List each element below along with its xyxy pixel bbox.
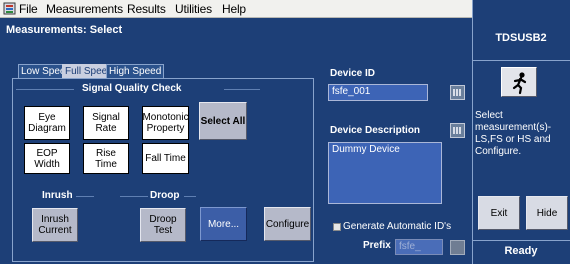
eop-width-button[interactable]: EOP Width: [24, 143, 70, 174]
droop-title: Droop: [150, 190, 180, 201]
inrush-current-button[interactable]: Inrush Current: [32, 208, 78, 242]
app-icon: [3, 2, 16, 15]
device-id-label: Device ID: [330, 68, 376, 79]
more-button[interactable]: More...: [200, 207, 247, 241]
generate-ids-checkbox[interactable]: [333, 223, 341, 231]
group-divider: [224, 89, 260, 90]
group-divider: [120, 196, 148, 197]
select-all-button[interactable]: Select All: [199, 102, 247, 140]
menu-help[interactable]: Help: [222, 2, 246, 16]
eye-diagram-button[interactable]: Eye Diagram: [24, 106, 70, 140]
hide-button[interactable]: Hide: [526, 196, 568, 230]
inrush-title: Inrush: [42, 190, 73, 201]
configure-button[interactable]: Configure: [264, 207, 311, 241]
keyboard-icon[interactable]: [450, 123, 465, 138]
run-button[interactable]: [501, 67, 537, 97]
generate-ids-label: Generate Automatic ID's: [343, 221, 452, 232]
signal-rate-button[interactable]: Signal Rate: [83, 106, 129, 140]
sidebar-divider: [472, 240, 570, 241]
app-title: TDSUSB2: [495, 32, 547, 44]
menu-file[interactable]: File: [19, 2, 38, 16]
group-divider: [184, 196, 196, 197]
signal-quality-title: Signal Quality Check: [82, 83, 182, 94]
device-description-label: Device Description: [330, 125, 421, 136]
help-text: Select measurement(s)- LS,FS or HS and C…: [475, 110, 552, 157]
menu-results[interactable]: Results: [127, 2, 166, 16]
group-divider: [16, 89, 74, 90]
panel-title: Measurements: Select: [6, 24, 123, 36]
keyboard-icon: [450, 240, 465, 255]
device-id-field[interactable]: fsfe_001: [328, 84, 428, 101]
tab-high-speed[interactable]: High Speed: [106, 64, 165, 79]
running-man-icon: [512, 72, 527, 95]
menu-measurements[interactable]: Measurements: [46, 2, 123, 16]
exit-button[interactable]: Exit: [478, 196, 520, 230]
prefix-label: Prefix: [363, 240, 391, 251]
droop-test-button[interactable]: Droop Test: [140, 208, 186, 242]
monotonic-property-button[interactable]: Monotonic Property: [142, 106, 189, 140]
keyboard-icon[interactable]: [450, 85, 465, 100]
menu-utilities[interactable]: Utilities: [175, 2, 212, 16]
prefix-field: fsfe_: [395, 239, 443, 255]
menu-bar: File Measurements Results Utilities Help: [0, 0, 472, 18]
device-description-field[interactable]: Dummy Device: [328, 142, 442, 204]
group-divider: [76, 196, 94, 197]
sidebar-divider: [472, 60, 570, 61]
rise-time-button[interactable]: Rise Time: [83, 143, 129, 174]
fall-time-button[interactable]: Fall Time: [142, 143, 189, 174]
status-text: Ready: [504, 245, 538, 257]
